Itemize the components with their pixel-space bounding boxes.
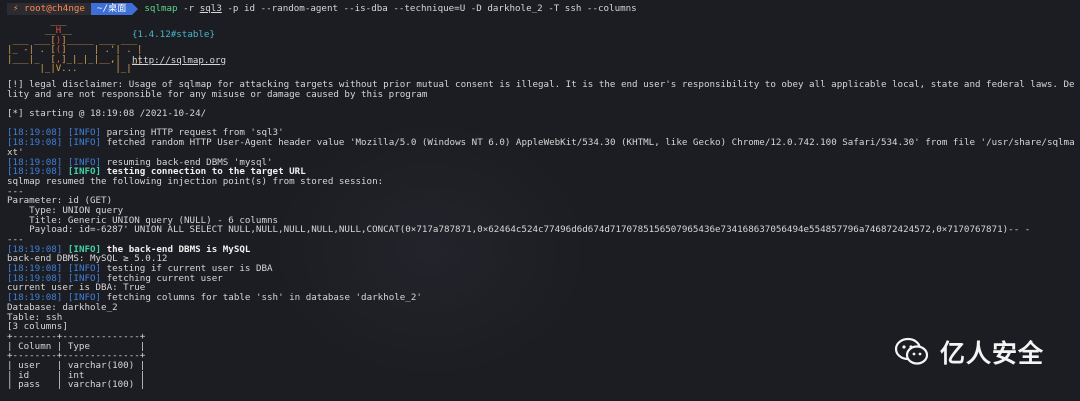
sqlmap-banner: ___ __H__ ___ ___[)]_____ ___ ___ |_ -| … [7, 17, 1074, 75]
log-line: sqlmap resumed the following injection p… [7, 176, 384, 187]
log-text: fetched random HTTP User-Agent header va… [106, 138, 1074, 148]
log-line: [18:19:08] [INFO] fetching columns for t… [7, 293, 1074, 303]
watermark: 亿人安全 [894, 336, 1044, 371]
columns-count-line: [3 columns] [7, 322, 68, 332]
wechat-icon [894, 336, 930, 371]
table-row: | pass | varchar(100) | [7, 380, 146, 390]
log-line: [18:19:08] [INFO] the back-end DBMS is M… [7, 245, 1074, 255]
prompt-directory: ~/桌面 [90, 3, 133, 15]
sqlmap-url[interactable]: http://sqlmap.org [132, 55, 226, 66]
dbms-line: back-end DBMS: MySQL ≥ 5.0.12 [7, 254, 168, 265]
shell-prompt: ⚡ root@ch4nge ~/桌面 sqlmap -r sql3 -p id … [7, 2, 1074, 16]
command-file: sql3 [199, 3, 222, 15]
info-tag: [INFO] [67, 244, 102, 255]
log-line: [18:19:08] [INFO] fetching current user [7, 274, 1074, 284]
table-name-line: Table: ssh [7, 312, 63, 323]
log-line-wrap: xt' [7, 147, 24, 158]
starting-line: [*] starting @ 18:19:08 /2021-10-24/ [7, 109, 207, 119]
log-text: testing if current user is DBA [101, 264, 273, 274]
log-text: fetching columns for table 'ssh' in data… [101, 293, 422, 303]
timestamp: [18:19:08] [7, 293, 63, 303]
title-line: Title: Generic UNION query (NULL) - 6 co… [7, 215, 279, 226]
log-text: fetching current user [101, 273, 223, 284]
log-line: [18:19:08] [INFO] testing if current use… [7, 264, 1074, 274]
command-args-post: -p id --random-agent --is-dba --techniqu… [221, 3, 637, 15]
timestamp: [18:19:08] [7, 244, 63, 255]
log-text: the back-end DBMS is MySQL [101, 244, 251, 255]
log-text: parsing HTTP request from 'sql3' [101, 128, 284, 139]
watermark-text: 亿人安全 [939, 338, 1044, 368]
log-line: [18:19:08] [INFO] fetched random HTTP Us… [7, 138, 1074, 148]
table-row: | id | int | [7, 370, 146, 381]
payload-line: Payload: id=-6287' UNION ALL SELECT NULL… [7, 225, 1031, 235]
sqlmap-version: {1.4.12#stable} [132, 29, 215, 40]
info-tag: [INFO] [67, 167, 102, 177]
timestamp: [18:19:08] [7, 138, 63, 148]
disclaimer-line-1: [!] legal disclaimer: Usage of sqlmap fo… [7, 80, 1074, 90]
timestamp: [18:19:08] [7, 167, 63, 177]
command-args-pre: -r [177, 3, 200, 15]
info-tag: [INFO] [67, 264, 102, 274]
info-tag: [INFO] [67, 138, 102, 148]
command-name: sqlmap [144, 3, 178, 15]
timestamp: [18:19:08] [7, 264, 63, 274]
type-line: Type: UNION query [7, 205, 124, 216]
log-line: [18:19:08] [INFO] testing connection to … [7, 167, 1074, 177]
timestamp: [18:19:08] [7, 273, 63, 284]
info-tag: [INFO] [67, 293, 102, 303]
prompt-arrow-icon [132, 3, 139, 15]
info-tag: [INFO] [67, 128, 102, 139]
separator: --- [7, 186, 24, 197]
timestamp: [18:19:08] [7, 157, 63, 168]
timestamp: [18:19:08] [7, 128, 63, 139]
sqlmap-logo: ___ __H__ ___ ___[)]_____ ___ ___ |_ -| … [7, 17, 143, 75]
command-line[interactable]: sqlmap -r sql3 -p id --random-agent --is… [144, 4, 636, 14]
dba-result-line: current user is DBA: True [7, 283, 146, 294]
log-text: testing connection to the target URL [101, 167, 306, 177]
database-line: Database: darkhole_2 [7, 302, 118, 313]
prompt-user: ⚡ root@ch4nge [7, 3, 91, 15]
info-tag: [INFO] [67, 157, 102, 168]
log-text: resuming back-end DBMS 'mysql' [101, 157, 273, 168]
parameter-line: Parameter: id (GET) [7, 196, 113, 206]
log-line: [18:19:08] [INFO] parsing HTTP request f… [7, 128, 1074, 138]
log-line: [18:19:08] [INFO] resuming back-end DBMS… [7, 158, 1074, 168]
disclaimer-line-2: lity and are not responsible for any mis… [7, 89, 428, 100]
separator: --- [7, 235, 24, 245]
info-tag: [INFO] [67, 273, 102, 284]
